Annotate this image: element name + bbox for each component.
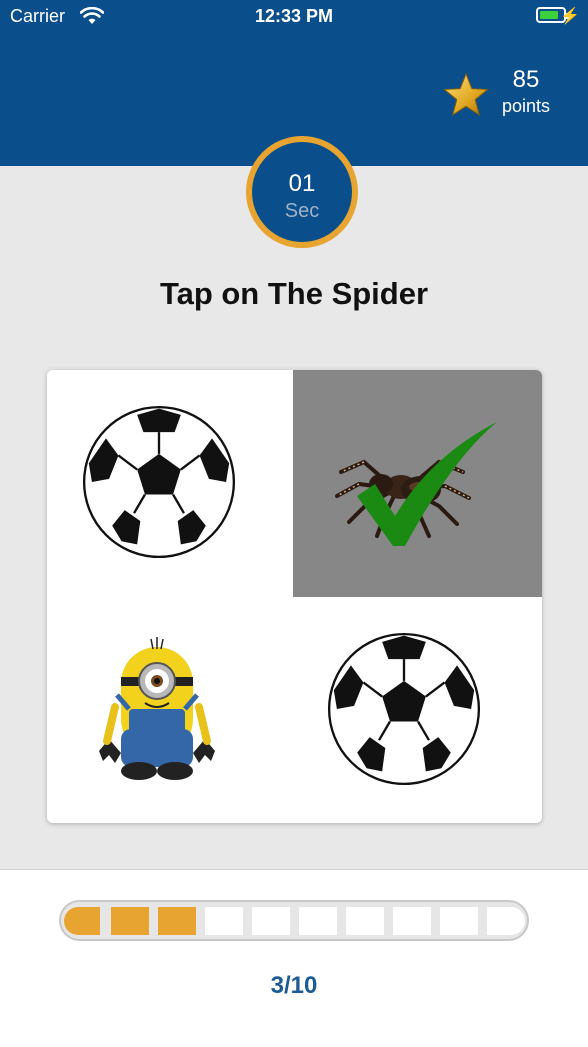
timer-unit: Sec xyxy=(284,200,320,222)
points-label: points xyxy=(501,96,551,116)
timer-value: 01 xyxy=(288,170,316,197)
status-bar: Carrier 12:33 PM ⚡ xyxy=(0,0,588,34)
answer-option-soccer-ball[interactable] xyxy=(294,597,542,823)
star-icon xyxy=(443,72,489,116)
progress-count: 3/10 xyxy=(270,972,318,999)
progress-segment xyxy=(440,907,478,935)
footer: 3/10 xyxy=(0,869,588,1047)
progress-segment xyxy=(158,907,196,935)
progress-segment xyxy=(346,907,384,935)
charging-bolt-icon: ⚡ xyxy=(560,8,580,25)
minion-image xyxy=(99,637,215,780)
clock: 12:33 PM xyxy=(254,6,334,26)
progress-segment xyxy=(205,907,243,935)
progress-segment xyxy=(393,907,431,935)
checkmark-icon xyxy=(357,422,497,546)
question-text: Tap on The Spider xyxy=(159,276,429,311)
answer-option-minion[interactable] xyxy=(47,597,294,823)
progress-segment xyxy=(111,907,149,935)
answer-option-spider[interactable] xyxy=(293,370,542,597)
points-value: 85 xyxy=(512,66,540,93)
timer-badge: 01 Sec xyxy=(246,136,358,248)
progress-segment xyxy=(487,907,525,935)
soccer-ball-image xyxy=(327,632,481,786)
progress-segment xyxy=(252,907,290,935)
progress-bar xyxy=(59,900,529,941)
progress-segment xyxy=(64,907,100,935)
answer-option-soccer-ball[interactable] xyxy=(47,370,294,596)
soccer-ball-image xyxy=(82,405,236,559)
progress-segment xyxy=(299,907,337,935)
answer-grid xyxy=(47,370,542,823)
